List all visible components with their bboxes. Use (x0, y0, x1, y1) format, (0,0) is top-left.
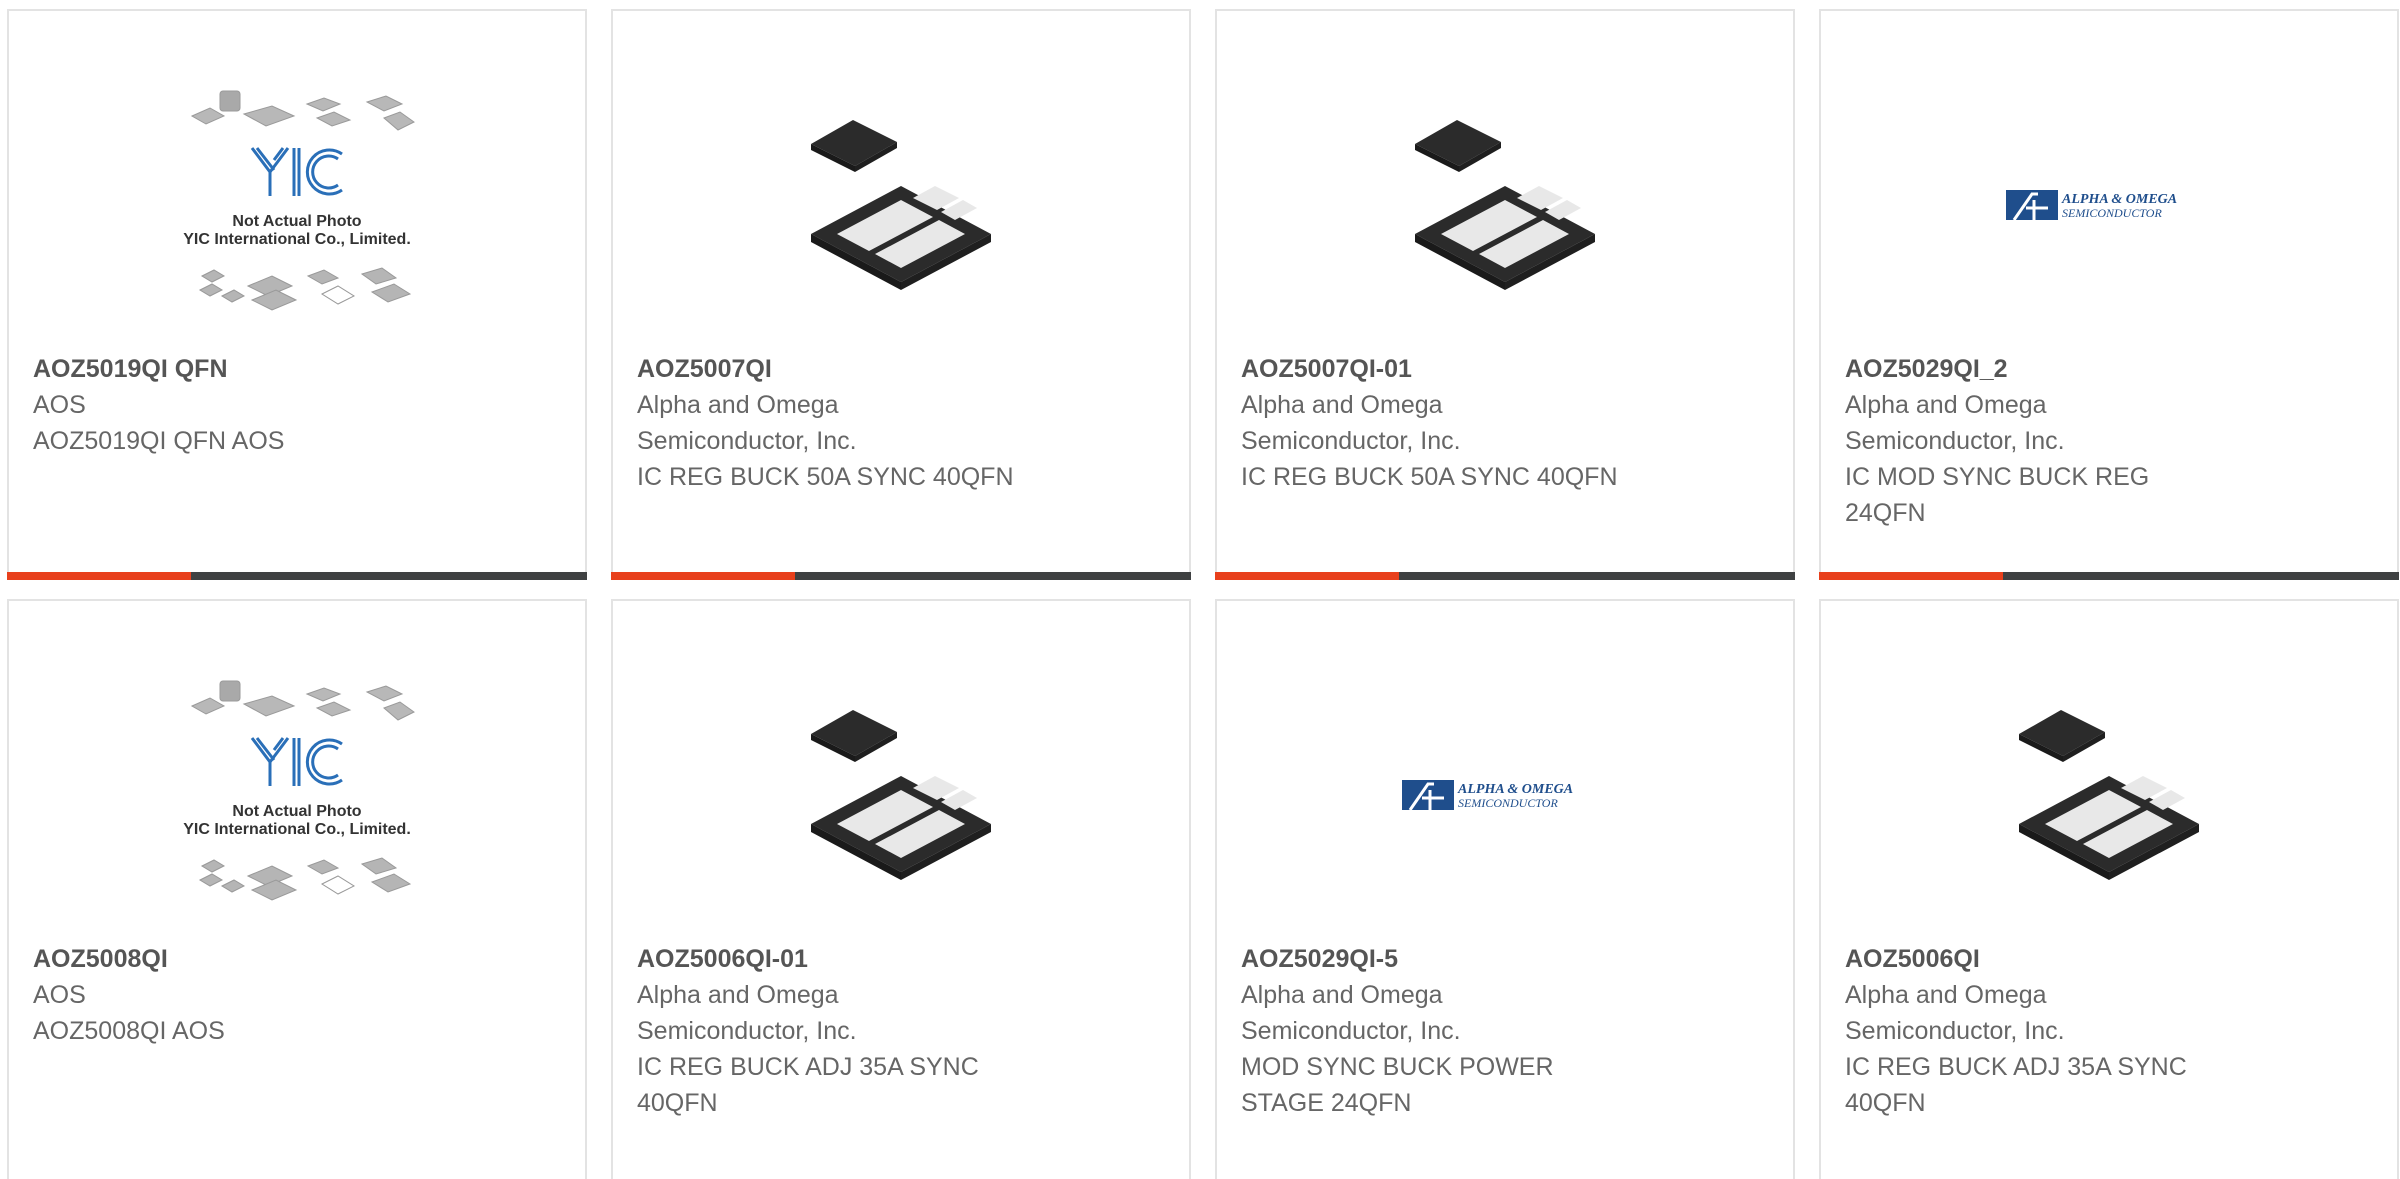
product-image[interactable]: ALPHA & OMEGA SEMICONDUCTOR (1217, 651, 1793, 941)
product-image[interactable] (1217, 61, 1793, 351)
product-card[interactable]: AOZ5006QI Alpha and Omega Semiconductor,… (1819, 599, 2399, 1179)
manufacturer: Alpha and Omega Semiconductor, Inc. (1241, 981, 1461, 1045)
placeholder-company: YIC International Co., Limited. (183, 231, 411, 248)
product-image[interactable]: Not Actual Photo YIC International Co., … (9, 651, 585, 941)
description: IC REG BUCK 50A SYNC 40QFN (1241, 463, 1618, 491)
svg-text:SEMICONDUCTOR: SEMICONDUCTOR (1458, 796, 1558, 810)
yic-placeholder-image: Not Actual Photo YIC International Co., … (183, 90, 415, 311)
description: AOZ5008QI AOS (33, 1017, 225, 1045)
part-number[interactable]: AOZ5008QI (33, 941, 565, 977)
description: MOD SYNC BUCK POWER STAGE 24QFN (1241, 1053, 1554, 1117)
manufacturer: Alpha and Omega Semiconductor, Inc. (637, 981, 857, 1045)
aos-logo-image: ALPHA & OMEGA SEMICONDUCTOR (2006, 190, 2177, 221)
product-info: AOZ5019QI QFN AOS AOZ5019QI QFN AOS (33, 351, 565, 459)
manufacturer: Alpha and Omega Semiconductor, Inc. (637, 391, 857, 455)
product-image[interactable] (1821, 651, 2397, 941)
manufacturer: Alpha and Omega Semiconductor, Inc. (1845, 391, 2065, 455)
accent-segment (7, 572, 191, 580)
qfn-chip-image (811, 120, 991, 290)
product-info: AOZ5007QI-01 Alpha and Omega Semiconduct… (1241, 351, 1773, 495)
product-image[interactable] (613, 61, 1189, 351)
qfn-chip-image (2019, 710, 2199, 880)
yic-logo-icon (250, 737, 343, 786)
product-image[interactable]: Not Actual Photo YIC International Co., … (9, 61, 585, 351)
part-number[interactable]: AOZ5029QI_2 (1845, 351, 2377, 387)
part-number[interactable]: AOZ5006QI (1845, 941, 2377, 977)
accent-segment (1819, 572, 2003, 580)
card-accent-bar (1819, 572, 2399, 580)
part-number[interactable]: AOZ5006QI-01 (637, 941, 1169, 977)
description: AOZ5019QI QFN AOS (33, 427, 285, 455)
aos-logo-image: ALPHA & OMEGA SEMICONDUCTOR (1402, 780, 1573, 811)
placeholder-company: YIC International Co., Limited. (183, 821, 411, 838)
part-number[interactable]: AOZ5019QI QFN (33, 351, 565, 387)
svg-text:SEMICONDUCTOR: SEMICONDUCTOR (2062, 206, 2162, 220)
svg-text:ALPHA & OMEGA: ALPHA & OMEGA (1457, 782, 1573, 797)
card-accent-bar (7, 572, 587, 580)
part-number[interactable]: AOZ5007QI (637, 351, 1169, 387)
product-info: AOZ5007QI Alpha and Omega Semiconductor,… (637, 351, 1169, 495)
accent-segment (611, 572, 795, 580)
product-image[interactable] (613, 651, 1189, 941)
product-info: AOZ5008QI AOS AOZ5008QI AOS (33, 941, 565, 1049)
description: IC REG BUCK ADJ 35A SYNC 40QFN (1845, 1053, 2187, 1117)
part-number[interactable]: AOZ5029QI-5 (1241, 941, 1773, 977)
yic-logo-icon (250, 147, 343, 196)
card-accent-bar (611, 572, 1191, 580)
product-card[interactable]: Not Actual Photo YIC International Co., … (7, 599, 587, 1179)
product-image[interactable]: ALPHA & OMEGA SEMICONDUCTOR (1821, 61, 2397, 351)
product-grid: Not Actual Photo YIC International Co., … (0, 0, 2400, 1179)
svg-text:ALPHA & OMEGA: ALPHA & OMEGA (2061, 192, 2177, 207)
placeholder-caption: Not Actual Photo (232, 803, 361, 820)
product-card[interactable]: Not Actual Photo YIC International Co., … (7, 9, 587, 580)
product-card[interactable]: AOZ5007QI-01 Alpha and Omega Semiconduct… (1215, 9, 1795, 580)
qfn-chip-image (811, 710, 991, 880)
product-card[interactable]: ALPHA & OMEGA SEMICONDUCTOR AOZ5029QI_2 … (1819, 9, 2399, 580)
accent-segment (1215, 572, 1399, 580)
description: IC REG BUCK 50A SYNC 40QFN (637, 463, 1014, 491)
product-info: AOZ5029QI-5 Alpha and Omega Semiconducto… (1241, 941, 1773, 1121)
description: IC MOD SYNC BUCK REG 24QFN (1845, 463, 2150, 527)
product-info: AOZ5029QI_2 Alpha and Omega Semiconducto… (1845, 351, 2377, 531)
yic-placeholder-image: Not Actual Photo YIC International Co., … (183, 680, 415, 901)
part-number[interactable]: AOZ5007QI-01 (1241, 351, 1773, 387)
product-card[interactable]: ALPHA & OMEGA SEMICONDUCTOR AOZ5029QI-5 … (1215, 599, 1795, 1179)
manufacturer: AOS (33, 981, 86, 1009)
manufacturer: Alpha and Omega Semiconductor, Inc. (1241, 391, 1461, 455)
qfn-chip-image (1415, 120, 1595, 290)
product-info: AOZ5006QI-01 Alpha and Omega Semiconduct… (637, 941, 1169, 1121)
product-info: AOZ5006QI Alpha and Omega Semiconductor,… (1845, 941, 2377, 1121)
placeholder-caption: Not Actual Photo (232, 213, 361, 230)
manufacturer: Alpha and Omega Semiconductor, Inc. (1845, 981, 2065, 1045)
product-card[interactable]: AOZ5006QI-01 Alpha and Omega Semiconduct… (611, 599, 1191, 1179)
description: IC REG BUCK ADJ 35A SYNC 40QFN (637, 1053, 979, 1117)
manufacturer: AOS (33, 391, 86, 419)
card-accent-bar (1215, 572, 1795, 580)
product-card[interactable]: AOZ5007QI Alpha and Omega Semiconductor,… (611, 9, 1191, 580)
